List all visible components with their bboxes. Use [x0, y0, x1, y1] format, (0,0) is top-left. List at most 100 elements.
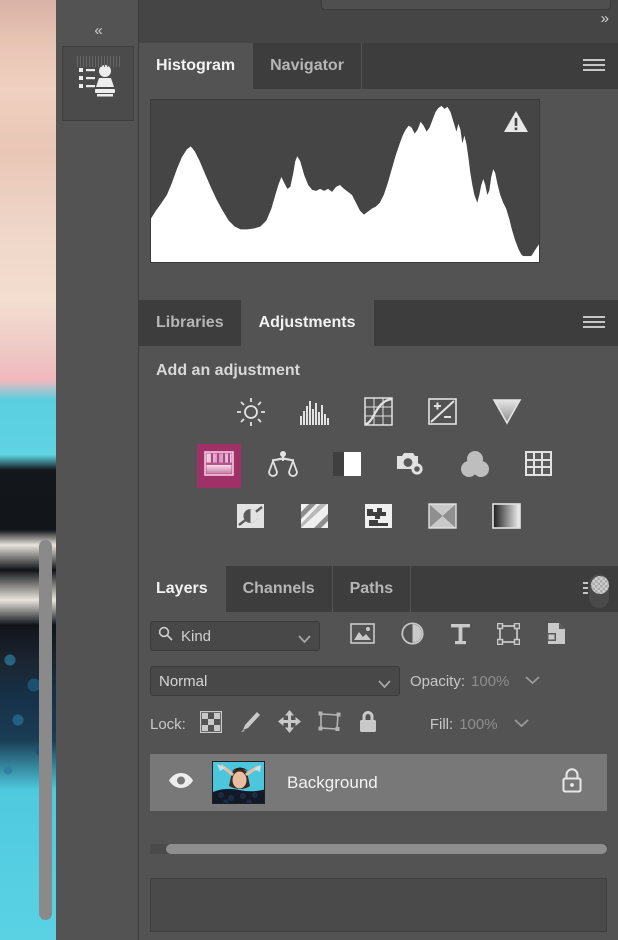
panel-menu-icon[interactable]: [583, 316, 605, 330]
tabbar-filler: [374, 300, 618, 346]
color-balance-icon: [267, 450, 298, 483]
tab-adjustments[interactable]: Adjustments: [241, 300, 374, 346]
layer-thumbnail[interactable]: [212, 761, 265, 804]
tab-layers[interactable]: Layers: [139, 566, 226, 612]
tab-channels[interactable]: Channels: [226, 566, 333, 612]
tab-paths[interactable]: Paths: [333, 566, 412, 612]
adjustment-exposure[interactable]: [421, 392, 465, 436]
opacity-field[interactable]: Opacity: 100%: [410, 672, 541, 690]
adjustment-color-lookup[interactable]: [517, 444, 561, 488]
add-an-adjustment-heading: Add an adjustment: [156, 362, 301, 379]
vibrance-icon: [492, 398, 522, 430]
layer-filter-kind-select[interactable]: Kind: [150, 621, 320, 651]
cached-data-warning-icon[interactable]: [503, 110, 529, 139]
blend-mode-select[interactable]: Normal: [150, 666, 400, 696]
adjustments-panel: Libraries Adjustments Add an adjustment: [139, 300, 618, 795]
half-circle-icon[interactable]: [401, 622, 424, 650]
adjustment-invert[interactable]: [229, 496, 273, 540]
adjustment-row-2: [139, 444, 618, 488]
chevron-down-icon[interactable]: [513, 715, 529, 733]
invert-icon: [236, 503, 265, 534]
dock-collapse-button[interactable]: «: [62, 19, 134, 43]
shape-bounds-icon[interactable]: [496, 622, 521, 650]
checkerboard-icon[interactable]: [199, 710, 223, 738]
threshold-icon: [364, 503, 393, 534]
layer-type-filters: [350, 622, 567, 650]
brightness-contrast-icon: [236, 397, 266, 432]
adjustment-hue-saturation[interactable]: [196, 444, 241, 488]
adjustment-channel-mixer[interactable]: [453, 444, 497, 488]
exposure-icon: [428, 398, 457, 430]
adjustment-levels[interactable]: [293, 392, 337, 436]
adjustment-photo-filter[interactable]: [389, 444, 433, 488]
panel-column: » Histogram Navigator Libraries Adjustme…: [139, 0, 618, 940]
canvas-vertical-scrollbar[interactable]: [39, 540, 52, 920]
adjustment-brightness-contrast[interactable]: [229, 392, 273, 436]
tab-navigator[interactable]: Navigator: [253, 43, 362, 89]
adjustment-gradient-map[interactable]: [485, 496, 529, 540]
move-arrows-icon[interactable]: [277, 710, 301, 738]
scrollbar-thumb[interactable]: [166, 844, 607, 854]
adjustment-vibrance[interactable]: [485, 392, 529, 436]
curves-icon: [364, 397, 393, 431]
adjustment-posterize[interactable]: [293, 496, 337, 540]
fill-value: 100%: [459, 715, 498, 733]
brush-icon[interactable]: [239, 711, 261, 738]
filter-toggle-knob: [591, 576, 609, 594]
blend-mode-value: Normal: [159, 672, 208, 690]
histogram-panel: Histogram Navigator: [139, 43, 618, 300]
tab-paths-label: Paths: [349, 580, 394, 597]
chevron-down-icon[interactable]: [378, 676, 391, 693]
drag-grip-icon[interactable]: [77, 56, 121, 67]
options-bar-remnant: [321, 0, 611, 10]
color-lookup-icon: [524, 450, 553, 482]
text-t-icon[interactable]: [450, 623, 471, 650]
dock-panel-tile[interactable]: [62, 46, 134, 121]
adjustment-color-balance[interactable]: [261, 444, 305, 488]
panels-collapse-button[interactable]: »: [601, 10, 609, 27]
chevron-down-icon[interactable]: [525, 672, 541, 690]
image-icon[interactable]: [350, 623, 375, 649]
tab-histogram[interactable]: Histogram: [139, 43, 254, 89]
layer-filter-row: Kind: [139, 573, 618, 660]
tab-libraries-label: Libraries: [156, 314, 224, 331]
eye-visible-icon: [168, 772, 194, 794]
gradient-map-icon: [492, 502, 521, 534]
adjustment-row-3: [139, 496, 618, 540]
smart-object-icon[interactable]: [546, 622, 567, 650]
artboard-icon[interactable]: [318, 711, 341, 737]
black-and-white-icon: [332, 451, 362, 482]
layers-panel: Layers Channels Paths Kind Normal Opacit…: [139, 566, 618, 940]
posterize-icon: [300, 503, 329, 534]
adjustment-row-1: [139, 392, 618, 436]
lock-row: Lock: Fill: 100%: [139, 702, 618, 746]
panel-topbar: »: [139, 0, 618, 43]
adjustment-curves[interactable]: [357, 392, 401, 436]
search-icon: [158, 626, 173, 646]
blend-mode-row: Normal Opacity: 100%: [139, 660, 618, 702]
histogram-graph[interactable]: [150, 99, 540, 263]
clone-stamp-actions-icon: [78, 63, 118, 106]
layer-lock-indicator[interactable]: [561, 767, 583, 798]
opacity-label: Opacity:: [410, 672, 466, 690]
layer-visibility-toggle[interactable]: [150, 772, 212, 794]
adjustment-selective-color[interactable]: [421, 496, 465, 540]
selective-color-icon: [428, 502, 457, 534]
fill-label: Fill:: [429, 715, 454, 733]
tab-channels-label: Channels: [242, 580, 315, 597]
padlock-icon[interactable]: [358, 710, 378, 738]
chevron-down-icon[interactable]: [298, 631, 311, 649]
panel-menu-icon[interactable]: [583, 59, 605, 73]
tab-libraries[interactable]: Libraries: [139, 300, 242, 346]
adjustment-threshold[interactable]: [357, 496, 401, 540]
layers-tabbar: Layers Channels Paths: [139, 566, 618, 612]
histogram-curve: [151, 100, 539, 262]
layers-horizontal-scrollbar[interactable]: [150, 844, 607, 854]
fill-field[interactable]: Fill: 100%: [430, 715, 529, 733]
collapsed-panel-dock: «: [56, 0, 139, 940]
adjustment-black-and-white[interactable]: [325, 444, 369, 488]
photoshop-window: « » Histogram Navigator Libraries Adjust…: [0, 0, 618, 940]
tab-layers-label: Layers: [156, 580, 208, 597]
table-row[interactable]: Background: [150, 754, 607, 811]
filter-enable-toggle[interactable]: [588, 573, 610, 609]
